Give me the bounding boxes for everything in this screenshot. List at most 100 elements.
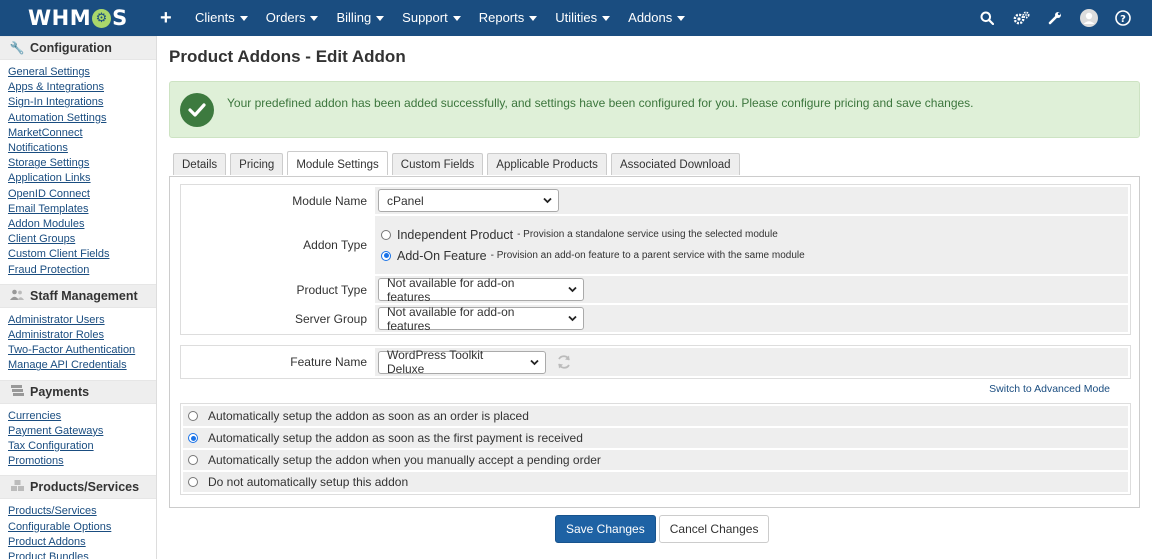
cancel-changes-button[interactable]: Cancel Changes — [658, 515, 770, 543]
quick-add-button[interactable]: + — [160, 6, 172, 30]
sidebar-link[interactable]: Email Templates — [8, 202, 156, 217]
addon-type-label: Addon Type — [303, 238, 367, 252]
tab-details[interactable]: Details — [173, 153, 227, 175]
sidebar-link[interactable]: Apps & Integrations — [8, 80, 156, 95]
logo-gear-icon: ⚙ — [92, 8, 112, 28]
radio-setup-on-order[interactable] — [188, 411, 198, 421]
sidebar-heading-label: Staff Management — [30, 288, 138, 303]
sidebar-link[interactable]: Currencies — [8, 409, 156, 424]
caret-down-icon — [310, 16, 319, 22]
tab-module-settings[interactable]: Module Settings — [287, 151, 388, 175]
sidebar-link[interactable]: Payment Gateways — [8, 424, 156, 439]
module-name-select[interactable]: cPanel — [378, 189, 559, 212]
sidebar-links-products: Products/Services Configurable Options P… — [0, 499, 156, 559]
save-changes-button[interactable]: Save Changes — [555, 515, 656, 543]
module-name-row: Module Name cPanel — [183, 187, 1128, 214]
menu-clients[interactable]: Clients — [186, 0, 257, 36]
auto-setup-option-order[interactable]: Automatically setup the addon as soon as… — [183, 406, 1128, 426]
menu-support[interactable]: Support — [393, 0, 470, 36]
sidebar-link[interactable]: Tax Configuration — [8, 439, 156, 454]
option-label: Independent Product — [397, 227, 514, 242]
whmcs-logo[interactable]: WHM ⚙ S — [28, 6, 128, 30]
server-group-select[interactable]: Not available for add-on features — [378, 305, 584, 333]
radio-setup-on-accept[interactable] — [188, 455, 198, 465]
sidebar-link[interactable]: Application Links — [8, 171, 156, 186]
tab-pricing[interactable]: Pricing — [230, 153, 284, 175]
sidebar-link[interactable]: OpenID Connect — [8, 187, 156, 202]
sidebar-heading-products: Products/Services — [0, 475, 156, 500]
tab-associated-download[interactable]: Associated Download — [610, 153, 740, 175]
sidebar-link[interactable]: General Settings — [8, 65, 156, 80]
option-label: Add-On Feature — [397, 248, 487, 263]
auto-setup-option-payment[interactable]: Automatically setup the addon as soon as… — [183, 428, 1128, 448]
option-label: Automatically setup the addon when you m… — [208, 453, 601, 467]
switch-advanced-mode-link[interactable]: Switch to Advanced Mode — [989, 383, 1110, 395]
menu-label: Addons — [628, 10, 673, 25]
main-menu: Clients Orders Billing Support Reports U… — [186, 0, 694, 36]
settings-gears-icon[interactable] — [1004, 0, 1038, 36]
menu-label: Clients — [195, 10, 235, 25]
sidebar-link[interactable]: Administrator Users — [8, 313, 156, 328]
chevron-down-icon — [543, 197, 552, 204]
sidebar-heading-configuration: 🔧 Configuration — [0, 36, 156, 60]
svg-text:?: ? — [1120, 14, 1126, 25]
caret-down-icon — [602, 16, 611, 22]
module-name-field: cPanel — [375, 187, 1128, 214]
menu-utilities[interactable]: Utilities — [546, 0, 619, 36]
sidebar-link[interactable]: Two-Factor Authentication — [8, 343, 156, 358]
nav-icon-group: ? — [970, 0, 1140, 36]
radio-addon-feature[interactable] — [381, 250, 391, 261]
auto-setup-option-manual[interactable]: Automatically setup the addon when you m… — [183, 450, 1128, 470]
addon-type-option-independent[interactable]: Independent Product - Provision a standa… — [380, 224, 778, 245]
menu-addons[interactable]: Addons — [619, 0, 694, 36]
auto-setup-box: Automatically setup the addon as soon as… — [180, 403, 1131, 495]
tab-applicable-products[interactable]: Applicable Products — [487, 153, 607, 175]
radio-setup-on-payment[interactable] — [188, 433, 198, 443]
module-settings-panel: Module Name cPanel Addon Type Independen… — [169, 176, 1140, 508]
sidebar-link[interactable]: Product Addons — [8, 535, 156, 550]
sidebar-link[interactable]: Product Bundles — [8, 550, 156, 559]
feature-name-value: WordPress Toolkit Deluxe — [387, 348, 484, 376]
refresh-icon[interactable] — [556, 354, 572, 370]
sidebar-heading-payments: Payments — [0, 379, 156, 404]
sidebar-link[interactable]: Products/Services — [8, 504, 156, 519]
product-type-select[interactable]: Not available for add-on features — [378, 276, 584, 304]
sidebar-heading-staff: Staff Management — [0, 283, 156, 308]
feature-name-label: Feature Name — [290, 355, 367, 369]
feature-name-select[interactable]: WordPress Toolkit Deluxe — [378, 348, 546, 376]
tab-custom-fields[interactable]: Custom Fields — [391, 153, 484, 175]
addon-type-option-feature[interactable]: Add-On Feature - Provision an add-on fea… — [380, 245, 805, 266]
radio-setup-none[interactable] — [188, 477, 198, 487]
chevron-down-icon — [530, 359, 539, 365]
sidebar-link[interactable]: Manage API Credentials — [8, 358, 156, 373]
sidebar-link[interactable]: Sign-In Integrations — [8, 95, 156, 110]
menu-orders[interactable]: Orders — [257, 0, 328, 36]
sidebar-link[interactable]: Addon Modules — [8, 217, 156, 232]
wrench-icon[interactable] — [1038, 0, 1072, 36]
caret-down-icon — [239, 16, 248, 22]
server-group-row: Server Group Not available for add-on fe… — [183, 305, 1128, 333]
sidebar-link[interactable]: Promotions — [8, 454, 156, 469]
sidebar-link[interactable]: Storage Settings — [8, 156, 156, 171]
radio-independent[interactable] — [381, 229, 391, 240]
menu-reports[interactable]: Reports — [470, 0, 547, 36]
option-label: Automatically setup the addon as soon as… — [208, 431, 583, 445]
menu-label: Orders — [265, 10, 306, 25]
sidebar-links-staff: Administrator Users Administrator Roles … — [0, 308, 156, 380]
sidebar-link[interactable]: Automation Settings — [8, 111, 156, 126]
sidebar-links-payments: Currencies Payment Gateways Tax Configur… — [0, 404, 156, 476]
search-icon[interactable] — [970, 0, 1004, 36]
sidebar-link[interactable]: Fraud Protection — [8, 263, 156, 278]
menu-billing[interactable]: Billing — [327, 0, 393, 36]
sidebar-link[interactable]: MarketConnect — [8, 126, 156, 141]
sidebar-link[interactable]: Configurable Options — [8, 520, 156, 535]
option-description: - Provision an add-on feature to a paren… — [490, 250, 805, 261]
sidebar-link[interactable]: Custom Client Fields — [8, 247, 156, 262]
sidebar-link[interactable]: Client Groups — [8, 232, 156, 247]
sidebar-link[interactable]: Notifications — [8, 141, 156, 156]
user-avatar-icon[interactable] — [1072, 0, 1106, 36]
help-icon[interactable]: ? — [1106, 0, 1140, 36]
sidebar-heading-label: Configuration — [30, 41, 112, 55]
sidebar-link[interactable]: Administrator Roles — [8, 328, 156, 343]
auto-setup-option-none[interactable]: Do not automatically setup this addon — [183, 472, 1128, 492]
